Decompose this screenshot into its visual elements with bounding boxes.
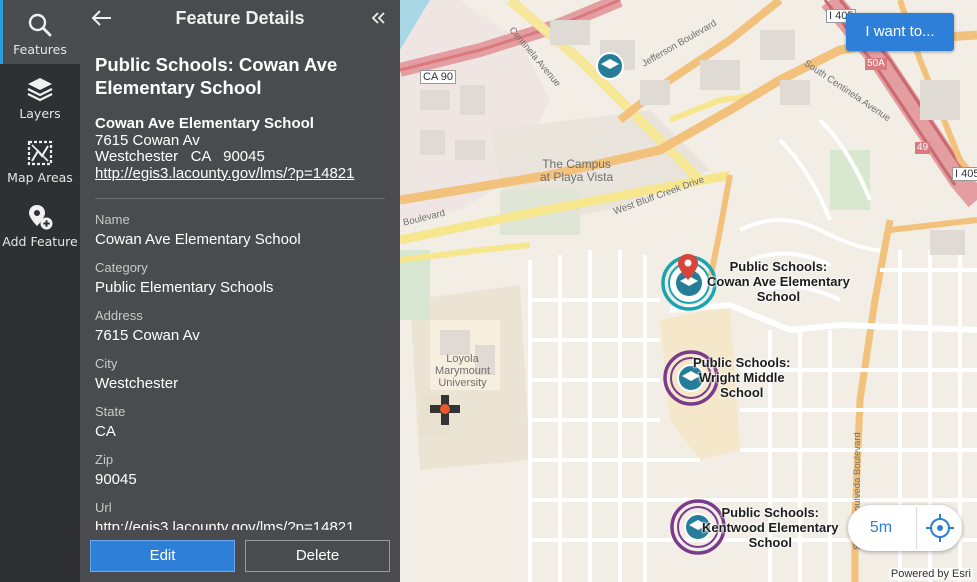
locate-icon[interactable] <box>926 514 954 542</box>
nav-item-layers[interactable]: Layers <box>0 64 80 128</box>
field-value: Cowan Ave Elementary School <box>95 231 301 248</box>
summary-street: 7615 Cowan Av <box>95 131 200 149</box>
exit-label-50a: 50A <box>865 58 887 70</box>
field-url: Url http://egis3.lacounty.gov/lms/?p=148… <box>95 500 385 530</box>
field-value: 7615 Cowan Av <box>95 327 200 344</box>
map-label-kentwood: Public Schools: Kentwood Elementary Scho… <box>702 505 839 550</box>
field-value: Westchester <box>95 375 179 392</box>
map-label-wright: Public Schools: Wright Middle School <box>693 355 791 400</box>
place-label-campus: The Campus at Playa Vista <box>540 157 614 184</box>
map-view[interactable]: The Campus at Playa Vista Loyola Marymou… <box>400 0 977 582</box>
summary-name: Cowan Ave Elementary School <box>95 115 314 132</box>
field-value: CA <box>95 423 116 440</box>
school-marker-top[interactable] <box>596 52 624 80</box>
basemap <box>400 0 977 582</box>
feature-details-scroll[interactable]: Public Schools: Cowan Ave Elementary Sch… <box>80 42 400 530</box>
field-state: State CA <box>95 404 385 441</box>
summary-link[interactable]: http://egis3.lacounty.gov/lms/?p=14821 <box>95 165 385 183</box>
map-label-cowan: Public Schools: Cowan Ave Elementary Sch… <box>707 259 850 304</box>
search-icon <box>28 13 52 37</box>
field-label: City <box>95 356 118 371</box>
edit-button[interactable]: Edit <box>90 540 235 572</box>
nav-item-label: Map Areas <box>7 170 73 185</box>
feature-details-panel: Feature Details Public Schools: Cowan Av… <box>80 0 400 582</box>
field-label: Name <box>95 212 130 227</box>
scale-locate-widget: 5m <box>848 505 962 551</box>
field-label: Address <box>95 308 143 323</box>
exit-label-49: 49 <box>915 142 931 154</box>
field-label: Category <box>95 260 148 275</box>
nav-item-label: Features <box>13 42 67 57</box>
panel-header: Feature Details <box>80 0 400 38</box>
feature-summary: Cowan Ave Elementary School 7615 Cowan A… <box>95 115 385 183</box>
widget-divider <box>916 507 917 549</box>
nav-item-map-areas[interactable]: Map Areas <box>0 128 80 192</box>
divider <box>95 198 385 199</box>
nav-rail: Features Layers Map Areas Add Feature <box>0 0 80 582</box>
collapse-panel-icon[interactable] <box>370 9 386 27</box>
route-shield-ca90: CA 90 <box>420 70 456 84</box>
field-label: Zip <box>95 452 114 467</box>
route-shield-i405-mid: I 405 <box>952 167 977 181</box>
field-category: Category Public Elementary Schools <box>95 260 385 297</box>
add-feature-icon <box>29 205 53 230</box>
field-zip: Zip 90045 <box>95 452 385 489</box>
nav-item-label: Add Feature <box>2 234 78 249</box>
field-label: State <box>95 404 126 419</box>
delete-button[interactable]: Delete <box>245 540 390 572</box>
map-attribution[interactable]: Powered by Esri <box>888 568 973 580</box>
i-want-to-button[interactable]: I want to... <box>846 13 954 51</box>
panel-footer: Edit Delete <box>80 530 400 582</box>
field-value: Public Elementary Schools <box>95 279 274 296</box>
field-name: Name Cowan Ave Elementary School <box>95 212 385 249</box>
field-value: 90045 <box>95 471 137 488</box>
field-city: City Westchester <box>95 356 385 393</box>
nav-item-label: Layers <box>19 106 61 121</box>
field-label: Url <box>95 500 112 515</box>
scale-readout: 5m <box>869 519 893 536</box>
place-label-lmu: Loyola Marymount University <box>435 353 491 389</box>
field-address: Address 7615 Cowan Av <box>95 308 385 345</box>
nav-item-add-feature[interactable]: Add Feature <box>0 192 80 256</box>
panel-title: Feature Details <box>175 8 305 28</box>
nav-item-features[interactable]: Features <box>0 0 80 64</box>
layers-icon <box>27 78 53 102</box>
back-arrow-icon[interactable] <box>90 6 114 30</box>
summary-city-line: Westchester CA 90045 <box>95 148 265 165</box>
feature-title: Public Schools: Cowan Ave Elementary Sch… <box>95 54 338 98</box>
field-value-link[interactable]: http://egis3.lacounty.gov/lms/?p=14821 <box>95 518 385 530</box>
map-areas-icon <box>27 140 53 166</box>
